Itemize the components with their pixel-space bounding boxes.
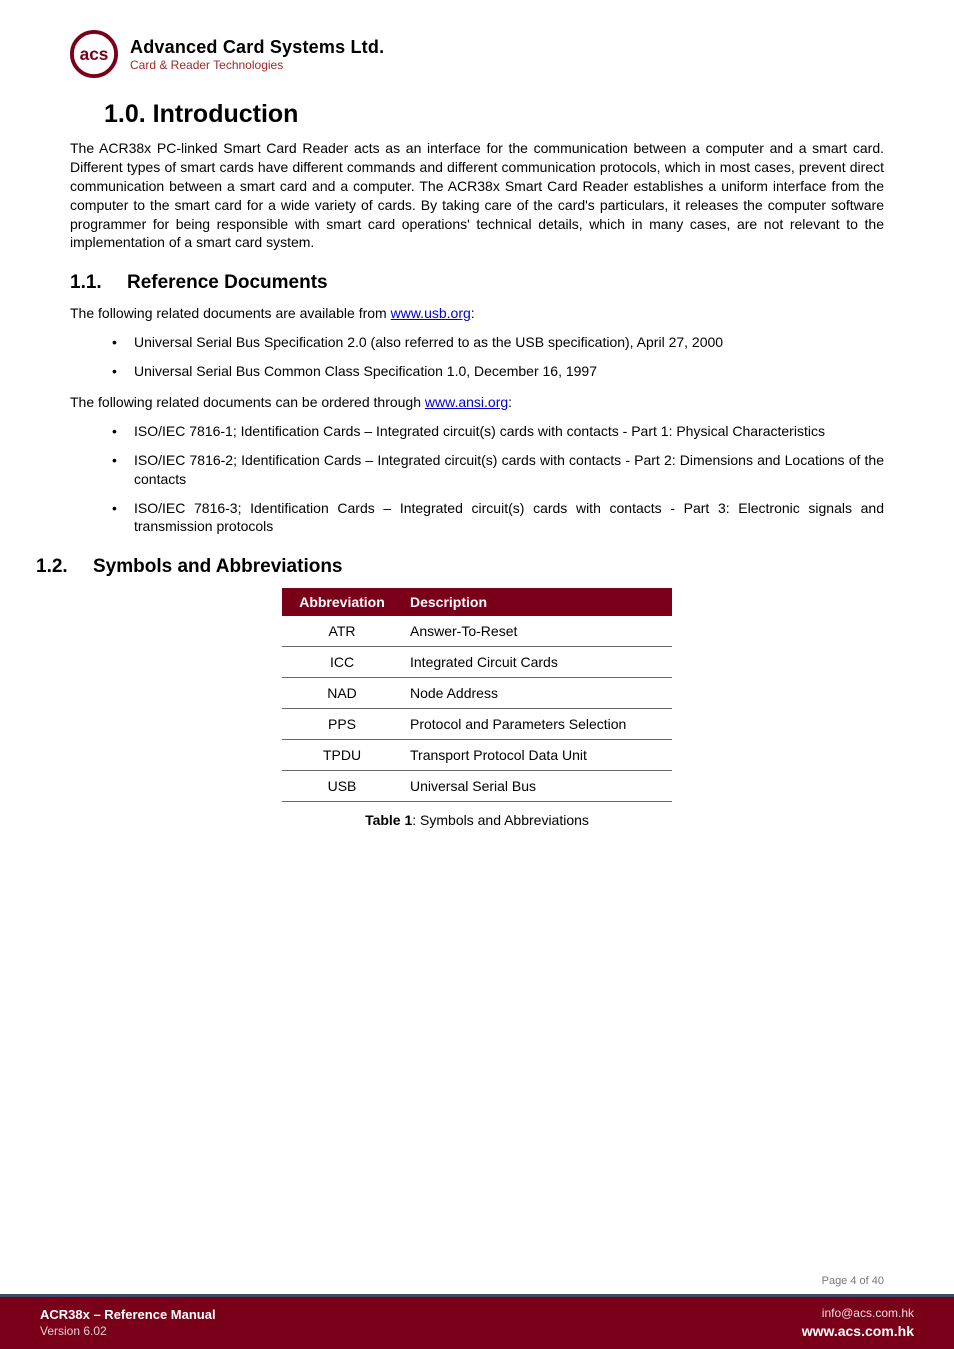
table-row: NAD Node Address xyxy=(282,678,672,709)
footer-band: ACR38x – Reference Manual Version 6.02 i… xyxy=(0,1297,954,1349)
intro-paragraph: The ACR38x PC-linked Smart Card Reader a… xyxy=(70,139,884,252)
table-cell-desc: Answer-To-Reset xyxy=(402,616,672,647)
ansi-bullet-list: ISO/IEC 7816-1; Identification Cards – I… xyxy=(70,422,884,536)
footer-inner: ACR38x – Reference Manual Version 6.02 i… xyxy=(0,1297,954,1349)
footer-site: www.acs.com.hk xyxy=(802,1322,914,1340)
table-cell-abbr: USB xyxy=(282,771,402,802)
table-header-row: Abbreviation Description xyxy=(282,588,672,616)
subsection-1-1-title: Reference Documents xyxy=(127,272,328,293)
acs-logo-icon: acs xyxy=(70,30,118,78)
table-caption: Table 1: Symbols and Abbreviations xyxy=(365,812,589,828)
table-cell-abbr: ICC xyxy=(282,647,402,678)
table-row: ATR Answer-To-Reset xyxy=(282,616,672,647)
company-tagline: Card & Reader Technologies xyxy=(130,58,384,72)
lead-in-usb: The following related documents are avai… xyxy=(70,304,884,323)
subsection-1-2-title: Symbols and Abbreviations xyxy=(93,556,343,577)
lead-in-usb-post: : xyxy=(471,305,475,321)
table-cell-desc: Integrated Circuit Cards xyxy=(402,647,672,678)
table-cell-abbr: PPS xyxy=(282,709,402,740)
list-item: ISO/IEC 7816-1; Identification Cards – I… xyxy=(70,422,884,441)
lead-in-ansi-post: : xyxy=(508,394,512,410)
list-item: Universal Serial Bus Specification 2.0 (… xyxy=(70,333,884,352)
subsection-1-1-heading: 1.1. Reference Documents xyxy=(70,272,884,294)
svg-text:acs: acs xyxy=(80,44,109,64)
table-cell-desc: Protocol and Parameters Selection xyxy=(402,709,672,740)
table-cell-abbr: TPDU xyxy=(282,740,402,771)
table-header-desc: Description xyxy=(402,588,672,616)
footer-doc-title: ACR38x – Reference Manual xyxy=(40,1307,216,1324)
section-title-text: Introduction xyxy=(153,100,299,128)
company-name: Advanced Card Systems Ltd. xyxy=(130,37,384,58)
table-cell-abbr: NAD xyxy=(282,678,402,709)
table-row: USB Universal Serial Bus xyxy=(282,771,672,802)
logo-text: Advanced Card Systems Ltd. Card & Reader… xyxy=(130,37,384,72)
table-header-abbr: Abbreviation xyxy=(282,588,402,616)
table-cell-desc: Universal Serial Bus xyxy=(402,771,672,802)
list-item: ISO/IEC 7816-3; Identification Cards – I… xyxy=(70,499,884,537)
subsection-1-2-number: 1.2. xyxy=(36,556,68,578)
section-number: 1.0. xyxy=(104,100,146,128)
usb-org-link[interactable]: www.usb.org xyxy=(391,305,471,321)
abbreviation-table-wrap: Abbreviation Description ATR Answer-To-R… xyxy=(70,588,884,828)
table-caption-bold: Table 1 xyxy=(365,812,412,828)
lead-in-usb-pre: The following related documents are avai… xyxy=(70,305,391,321)
footer-version: Version 6.02 xyxy=(40,1324,216,1340)
table-caption-rest: : Symbols and Abbreviations xyxy=(412,812,589,828)
footer-right: info@acs.com.hk www.acs.com.hk xyxy=(802,1306,914,1340)
list-item: ISO/IEC 7816-2; Identification Cards – I… xyxy=(70,451,884,489)
subsection-1-1-number: 1.1. xyxy=(70,272,102,294)
table-row: ICC Integrated Circuit Cards xyxy=(282,647,672,678)
lead-in-ansi: The following related documents can be o… xyxy=(70,393,884,412)
table-cell-abbr: ATR xyxy=(282,616,402,647)
list-item: Universal Serial Bus Common Class Specif… xyxy=(70,362,884,381)
subsection-1-2-heading: 1.2. Symbols and Abbreviations xyxy=(36,556,884,578)
footer-left: ACR38x – Reference Manual Version 6.02 xyxy=(40,1307,216,1339)
table-cell-desc: Node Address xyxy=(402,678,672,709)
document-header: acs Advanced Card Systems Ltd. Card & Re… xyxy=(70,30,884,78)
table-row: PPS Protocol and Parameters Selection xyxy=(282,709,672,740)
page-number: Page 4 of 40 xyxy=(822,1275,884,1287)
table-row: TPDU Transport Protocol Data Unit xyxy=(282,740,672,771)
table-cell-desc: Transport Protocol Data Unit xyxy=(402,740,672,771)
lead-in-ansi-pre: The following related documents can be o… xyxy=(70,394,425,410)
usb-bullet-list: Universal Serial Bus Specification 2.0 (… xyxy=(70,333,884,381)
ansi-org-link[interactable]: www.ansi.org xyxy=(425,394,508,410)
page: acs Advanced Card Systems Ltd. Card & Re… xyxy=(0,0,954,1349)
footer-email: info@acs.com.hk xyxy=(822,1306,914,1322)
abbreviation-table: Abbreviation Description ATR Answer-To-R… xyxy=(282,588,672,802)
section-heading: 1.0. Introduction xyxy=(104,100,884,129)
